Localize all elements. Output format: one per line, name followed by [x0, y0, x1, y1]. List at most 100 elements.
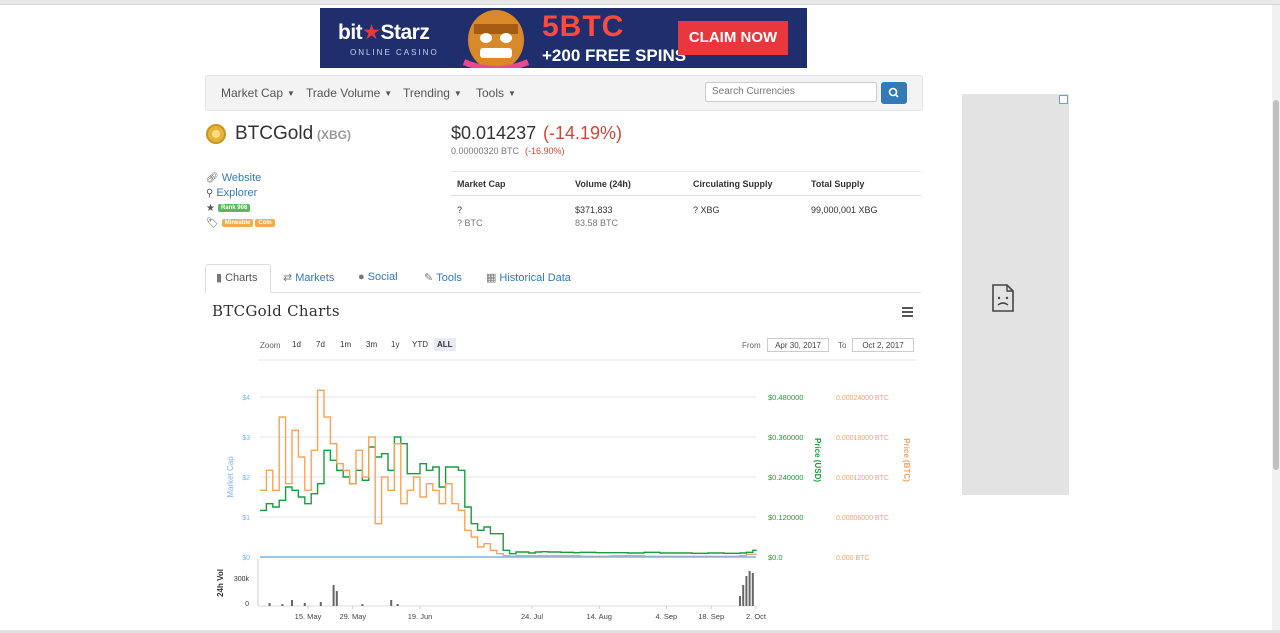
globe-icon: ● [358, 271, 365, 283]
nav-market-cap[interactable]: Market Cap ▼ [221, 86, 295, 100]
from-date-input[interactable]: Apr 30, 2017 [767, 338, 829, 352]
tab-charts[interactable]: ▮ Charts [216, 271, 257, 284]
tabs-underline [205, 292, 921, 293]
volume-bar [332, 585, 335, 606]
price-btc-tick-label: 0.00012000 BTC [836, 475, 889, 482]
x-tick-label: 4. Sep [656, 612, 678, 621]
coin-symbol: (XBG) [317, 128, 351, 142]
to-label: To [838, 341, 847, 350]
sidebar-ad[interactable] [962, 94, 1069, 495]
coin-name: BTCGold [235, 123, 314, 144]
browser-top-edge [0, 0, 1280, 5]
to-date-input[interactable]: Oct 2, 2017 [852, 338, 914, 352]
page-scrollbar[interactable] [1272, 5, 1280, 633]
volume-axis-title: 24h Vol [216, 569, 225, 597]
volume-bar [390, 600, 393, 606]
zoom-1d-button[interactable]: 1d [289, 338, 304, 351]
volume-bar [396, 604, 399, 606]
price-btc-tick-label: 0.00024000 BTC [836, 395, 889, 402]
volume-bar [361, 604, 364, 606]
market-cap-btc: ? BTC [457, 218, 483, 228]
volume-btc: 83.58 BTC [575, 218, 619, 228]
rank-row: ★ Rank 908 [206, 202, 251, 214]
star-icon: ★ [362, 21, 381, 44]
stats-header-market-cap: Market Cap [457, 179, 506, 189]
volume-bar [739, 596, 741, 606]
volume-bar [745, 576, 748, 606]
price-usd-change: (-14.19%) [543, 123, 623, 143]
caret-down-icon: ▼ [453, 89, 462, 98]
exchange-icon: ⇄ [283, 272, 293, 284]
x-tick-label: 29. May [339, 612, 366, 621]
price-btc-tick-label: 0.00018000 BTC [836, 435, 889, 442]
volume-tick-label: 0 [245, 601, 249, 608]
banner-brand: bit★Starz [338, 21, 430, 44]
search-icon [888, 87, 899, 98]
market-cap-usd: ? [457, 205, 463, 215]
market-cap-tick-label: $1 [242, 515, 250, 522]
zoom-label: Zoom [260, 341, 281, 350]
ad-choices-icon[interactable] [1059, 95, 1068, 104]
website-link[interactable]: 🔗︎ Website [206, 172, 261, 184]
volume-bar [268, 603, 271, 606]
broken-document-icon [992, 284, 1014, 312]
star-icon: ★ [206, 203, 215, 214]
x-tick-label: 18. Sep [698, 612, 724, 621]
caret-down-icon: ▼ [508, 89, 516, 98]
tab-tools[interactable]: ✎ Tools [424, 271, 462, 284]
stats-header-total: Total Supply [811, 179, 865, 189]
zoom-ytd-button[interactable]: YTD [409, 338, 431, 351]
scrollbar-thumb[interactable] [1273, 100, 1279, 470]
volume-bar [751, 573, 754, 606]
volume-bar [335, 591, 338, 606]
search-input[interactable] [705, 82, 877, 102]
tags-row: 🏷︎ Mineable Coin [206, 217, 277, 229]
wrench-icon: ✎ [424, 272, 434, 284]
zoom-3m-button[interactable]: 3m [363, 338, 380, 351]
coin-logo-icon [206, 124, 226, 144]
stats-divider [451, 195, 921, 196]
claim-now-button[interactable]: CLAIM NOW [678, 21, 788, 55]
price-btc-axis-title: Price (BTC) [902, 438, 911, 482]
zoom-all-button[interactable]: ALL [434, 338, 456, 351]
market-cap-tick-label: $4 [242, 395, 250, 402]
zoom-1m-button[interactable]: 1m [337, 338, 354, 351]
banner-offer-sub: +200 FREE SPINS [542, 46, 687, 65]
caret-down-icon: ▼ [384, 89, 393, 98]
stats-header-volume: Volume (24h) [575, 179, 631, 189]
hamburger-menu-icon[interactable] [902, 307, 913, 317]
tag-icon: 🏷︎ [206, 218, 219, 229]
banner-offer-main: 5BTC [542, 10, 625, 43]
price-usd-tick-label: $0.360000 [768, 433, 803, 442]
explorer-link[interactable]: ⚲ Explorer [206, 187, 257, 199]
x-tick-label: 19. Jun [408, 612, 433, 621]
stats-header-circulating: Circulating Supply [693, 179, 773, 189]
nav-tools[interactable]: Tools ▼ [476, 86, 516, 100]
search-button[interactable] [881, 82, 907, 104]
tab-markets[interactable]: ⇄ Markets [283, 271, 334, 284]
tab-social[interactable]: ● Social [358, 271, 398, 283]
price-usd-tick-label: $0.240000 [768, 473, 803, 482]
link-icon: 🔗︎ [206, 173, 219, 184]
zoom-7d-button[interactable]: 7d [313, 338, 328, 351]
price-usd-axis-title: Price (USD) [813, 438, 822, 482]
tab-historical-data[interactable]: ▦ Historical Data [486, 271, 571, 284]
zoom-1y-button[interactable]: 1y [388, 338, 402, 351]
price-usd-line [260, 436, 757, 555]
nav-trade-volume[interactable]: Trade Volume ▼ [306, 86, 392, 100]
volume-bar [303, 603, 306, 606]
banner-ad[interactable]: bit★Starz ONLINE CASINO 5BTC +200 FREE S… [320, 8, 807, 68]
stats-divider [451, 171, 921, 172]
x-tick-label: 15. May [295, 612, 322, 621]
caret-down-icon: ▼ [287, 89, 295, 98]
volume-bar [281, 604, 284, 606]
price-usd: $0.014237 [451, 123, 537, 143]
nav-trending[interactable]: Trending ▼ [403, 86, 462, 100]
volume-tick-label: 300k [234, 576, 250, 583]
market-cap-tick-label: $3 [242, 435, 250, 442]
volume-bar [742, 585, 745, 606]
price-btc: 0.00000320 BTC [451, 146, 520, 156]
price-usd-tick-label: $0.480000 [768, 393, 803, 402]
price-btc-line [260, 389, 757, 557]
tag-badge: Mineable [221, 219, 254, 228]
